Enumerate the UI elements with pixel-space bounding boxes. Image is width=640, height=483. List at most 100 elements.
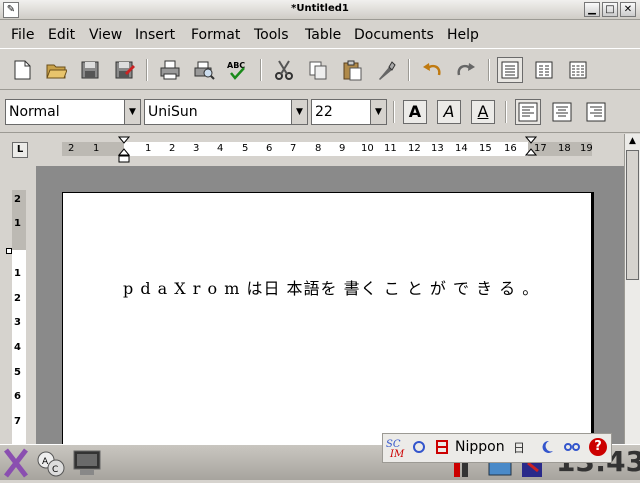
align-right-icon[interactable]: [583, 99, 609, 125]
ruler-tick: 5: [242, 143, 249, 154]
save-icon[interactable]: [77, 57, 103, 83]
vertical-ruler[interactable]: 2 1 1 2 3 4 5 6 7: [12, 190, 26, 444]
input-method-panel: SC IM Nippon 日 ?: [382, 433, 612, 463]
terminal-icon[interactable]: [72, 448, 102, 482]
ruler-tick: 11: [384, 143, 397, 154]
title-bar: ✎ *Untitled1 ▁ □ ✕: [0, 0, 640, 20]
ruler-tick: 1: [145, 143, 152, 154]
ruler-tick: 2: [14, 194, 21, 205]
ruler-tick: 12: [408, 143, 421, 154]
ruler-tick: 4: [14, 342, 21, 353]
underline-button[interactable]: A: [471, 100, 495, 124]
document-text[interactable]: p d a X r o m は日 本語を 書く こ と が で き る 。: [123, 275, 539, 299]
document-page[interactable]: p d a X r o m は日 本語を 書く こ と が で き る 。: [62, 192, 594, 452]
nippon-flag-icon[interactable]: [435, 439, 449, 459]
scrollbar-thumb[interactable]: [626, 150, 639, 280]
undo-icon[interactable]: [419, 57, 445, 83]
maximize-button[interactable]: □: [602, 2, 618, 17]
ruler-tick: 2: [169, 143, 176, 154]
format-painter-icon[interactable]: [373, 57, 399, 83]
italic-button[interactable]: A: [437, 100, 461, 124]
minimize-button[interactable]: ▁: [584, 2, 600, 17]
ruler-tick: 16: [504, 143, 517, 154]
scroll-up-icon[interactable]: ▲: [625, 134, 640, 149]
ruler-tick: 1: [14, 218, 21, 229]
font-size-combo[interactable]: 22 ▼: [311, 99, 387, 125]
save-as-icon[interactable]: [111, 57, 137, 83]
vertical-scrollbar[interactable]: ▲: [624, 134, 640, 444]
menu-documents[interactable]: Documents: [354, 27, 434, 43]
copy-icon[interactable]: [305, 57, 331, 83]
menu-table[interactable]: Table: [305, 27, 341, 43]
chevron-down-icon[interactable]: ▼: [124, 100, 140, 124]
ruler-tick: 14: [455, 143, 468, 154]
menu-insert[interactable]: Insert: [135, 27, 175, 43]
ruler-tick: 6: [266, 143, 273, 154]
menu-view[interactable]: View: [89, 27, 122, 43]
right-margin-marker-icon[interactable]: [524, 136, 538, 160]
paste-icon[interactable]: [339, 57, 365, 83]
print-preview-icon[interactable]: [191, 57, 217, 83]
menu-format[interactable]: Format: [191, 27, 240, 43]
ruler-tick: 15: [479, 143, 492, 154]
style-value: Normal: [9, 104, 60, 120]
ruler-tick: 6: [14, 391, 21, 402]
indent-marker-icon[interactable]: [117, 136, 131, 168]
close-button[interactable]: ✕: [620, 2, 636, 17]
toolbar-separator: [146, 59, 148, 81]
menu-tools[interactable]: Tools: [254, 27, 289, 43]
page-view-icon[interactable]: [531, 57, 557, 83]
ruler-tick: 8: [315, 143, 322, 154]
window-title: *Untitled1: [291, 3, 349, 14]
ruler-tick: 2: [14, 293, 21, 304]
keyboard-abc-icon[interactable]: AC: [36, 448, 68, 482]
toolbar-separator: [408, 59, 410, 81]
input-method-label[interactable]: Nippon: [455, 439, 505, 455]
svg-text:IM: IM: [389, 449, 405, 459]
chevron-down-icon[interactable]: ▼: [370, 100, 386, 124]
menu-help[interactable]: Help: [447, 27, 479, 43]
ruler-tick: 4: [217, 143, 224, 154]
svg-text:C: C: [52, 465, 58, 475]
ruler-tick: 2: [68, 143, 75, 154]
style-combo[interactable]: Normal ▼: [5, 99, 141, 125]
align-center-icon[interactable]: [549, 99, 575, 125]
ruler-tick: 10: [361, 143, 374, 154]
vertical-margin-marker[interactable]: [6, 248, 12, 254]
font-size-value: 22: [315, 104, 333, 120]
cut-icon[interactable]: [271, 57, 297, 83]
x-menu-icon[interactable]: [4, 448, 28, 482]
spellcheck-icon[interactable]: ABC: [225, 57, 251, 83]
ruler-tick: 7: [290, 143, 297, 154]
toolbar-separator: [505, 101, 507, 123]
print-icon[interactable]: [157, 57, 183, 83]
open-folder-icon[interactable]: [43, 57, 69, 83]
menu-edit[interactable]: Edit: [48, 27, 75, 43]
standard-toolbar: ABC: [0, 48, 640, 90]
menu-file[interactable]: File: [11, 27, 34, 43]
chevron-down-icon[interactable]: ▼: [291, 100, 307, 124]
tab-stop-selector[interactable]: L: [12, 142, 28, 158]
menu-bar: File Edit View Insert Format Tools Table…: [0, 21, 640, 47]
ruler-tick: 3: [193, 143, 200, 154]
input-mode-indicator[interactable]: 日: [513, 439, 525, 456]
punctuation-icon[interactable]: [563, 439, 581, 459]
ruler-tick: 1: [93, 143, 100, 154]
bold-button[interactable]: A: [403, 100, 427, 124]
ruler-tick: 13: [431, 143, 444, 154]
document-canvas[interactable]: p d a X r o m は日 本語を 書く こ と が で き る 。: [36, 166, 624, 452]
columns-view-icon[interactable]: [565, 57, 591, 83]
align-left-icon[interactable]: [515, 99, 541, 125]
scim-icon[interactable]: SC IM: [386, 437, 406, 463]
half-width-icon[interactable]: [539, 439, 555, 459]
redo-icon[interactable]: [453, 57, 479, 83]
svg-text:A: A: [42, 457, 49, 467]
new-document-icon[interactable]: [9, 57, 35, 83]
ruler-tick: 18: [558, 143, 571, 154]
normal-view-icon[interactable]: [497, 57, 523, 83]
input-toggle-icon[interactable]: [411, 439, 427, 459]
ruler-row: L 2 1 1 2 3 4 5 6 7 8 9 10 11 12 13 14 1…: [0, 134, 624, 166]
help-icon[interactable]: ?: [589, 438, 607, 456]
horizontal-ruler[interactable]: 2 1 1 2 3 4 5 6 7 8 9 10 11 12 13 14 15 …: [62, 142, 593, 156]
font-combo[interactable]: UniSun ▼: [144, 99, 308, 125]
